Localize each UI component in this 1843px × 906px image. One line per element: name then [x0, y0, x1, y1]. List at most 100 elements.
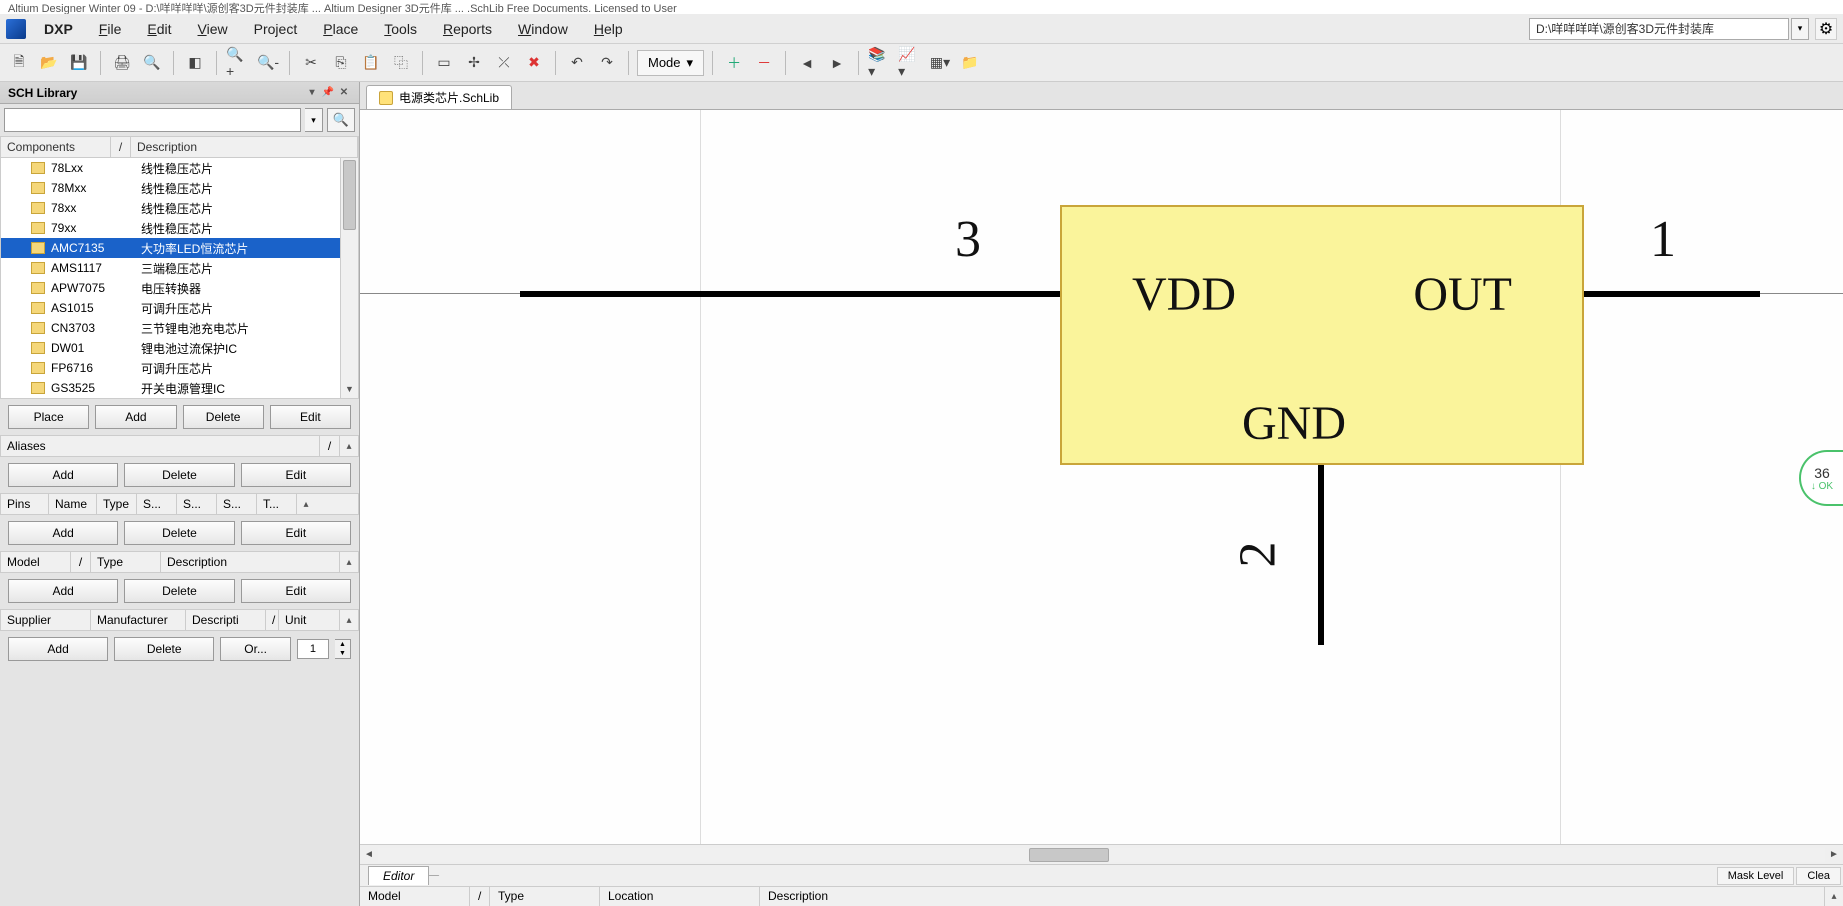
panel-pin-icon[interactable]: 📌	[321, 86, 335, 100]
component-row[interactable]: AS1015可调升压芯片	[1, 298, 358, 318]
panel-close-icon[interactable]: ✕	[337, 86, 351, 100]
hscroll-left-icon[interactable]: ◄	[360, 846, 378, 864]
menu-tools[interactable]: Tools	[372, 17, 429, 41]
menu-reports[interactable]: Reports	[431, 17, 504, 41]
open-file-button[interactable]: 📂	[36, 50, 62, 76]
bottom-col-model[interactable]: Model	[360, 887, 470, 906]
copy-button[interactable]: ⎘	[328, 50, 354, 76]
menu-project[interactable]: Project	[242, 17, 310, 41]
undo-button[interactable]: ↶	[564, 50, 590, 76]
search-go-button[interactable]: 🔍	[327, 108, 355, 132]
col-components[interactable]: Components	[1, 137, 111, 157]
hscroll-thumb[interactable]	[1029, 848, 1109, 862]
manufacturer-col[interactable]: Manufacturer	[91, 610, 186, 630]
supplier-collapse-icon[interactable]: ▴	[340, 610, 358, 630]
clear-button[interactable]: ✖	[521, 50, 547, 76]
component-row[interactable]: AMC7135大功率LED恒流芯片	[1, 238, 358, 258]
new-file-button[interactable]: 🗎	[6, 50, 32, 76]
move-button[interactable]: ✢	[461, 50, 487, 76]
library-search-input[interactable]	[4, 108, 301, 132]
component-row[interactable]: 78Mxx线性稳压芯片	[1, 178, 358, 198]
model-type-col[interactable]: Type	[91, 552, 161, 572]
bottom-col-type[interactable]: Type	[490, 887, 600, 906]
menu-place[interactable]: Place	[311, 17, 370, 41]
model-col[interactable]: Model	[1, 552, 71, 572]
settings-button[interactable]: ⚙	[1815, 18, 1837, 40]
bottom-col-location[interactable]: Location	[600, 887, 760, 906]
zoom-out-button[interactable]: 🔍-	[255, 50, 281, 76]
status-badge[interactable]: 36 ↓ OK	[1799, 450, 1843, 506]
delete-pin-row-button[interactable]: Delete	[124, 521, 234, 545]
add-alias-button[interactable]: Add	[8, 463, 118, 487]
add-model-button[interactable]: Add	[8, 579, 118, 603]
mask-level-button[interactable]: Mask Level	[1717, 867, 1795, 885]
layers-button[interactable]: ◧	[182, 50, 208, 76]
component-row[interactable]: AMS1117三端稳压芯片	[1, 258, 358, 278]
pins-collapse-icon[interactable]: ▴	[297, 494, 315, 514]
order-qty-spinner[interactable]: ▲▼	[335, 639, 351, 659]
pins-col[interactable]: Name	[49, 494, 97, 514]
nav-back-button[interactable]: ◄	[794, 50, 820, 76]
order-button[interactable]: Or...	[220, 637, 291, 661]
zoom-in-button[interactable]: 🔍+	[225, 50, 251, 76]
edit-alias-button[interactable]: Edit	[241, 463, 351, 487]
preview-button[interactable]: 🔍	[139, 50, 165, 76]
components-list[interactable]: 78Lxx线性稳压芯片78Mxx线性稳压芯片78xx线性稳压芯片79xx线性稳压…	[1, 158, 358, 398]
component-row[interactable]: FP6716可调升压芯片	[1, 358, 358, 378]
add-supplier-button[interactable]: Add	[8, 637, 108, 661]
remove-pin-button[interactable]: －	[751, 50, 777, 76]
schematic-canvas[interactable]: VDD OUT GND 3 1 2 .canvas .wire[data-nam…	[360, 110, 1843, 844]
edit-component-button[interactable]: Edit	[270, 405, 351, 429]
component-body[interactable]: VDD OUT GND	[1060, 205, 1584, 465]
scroll-down-icon[interactable]: ▼	[341, 380, 358, 398]
delete-alias-button[interactable]: Delete	[124, 463, 234, 487]
pins-col[interactable]: T...	[257, 494, 297, 514]
delete-component-button[interactable]: Delete	[183, 405, 264, 429]
menu-window[interactable]: Window	[506, 17, 580, 41]
pins-col[interactable]: Type	[97, 494, 137, 514]
menu-view[interactable]: View	[186, 17, 240, 41]
search-dropdown[interactable]: ▾	[305, 108, 323, 132]
aliases-header[interactable]: Aliases	[1, 436, 320, 456]
add-pin-button[interactable]: ＋	[721, 50, 747, 76]
delete-model-button[interactable]: Delete	[124, 579, 234, 603]
horizontal-scrollbar[interactable]: ◄ ►	[360, 844, 1843, 864]
document-tab[interactable]: 电源类芯片.SchLib	[366, 85, 512, 109]
bottom-collapse-icon[interactable]: ▴	[1825, 887, 1843, 906]
chart-button[interactable]: 📈▾	[897, 50, 923, 76]
pins-col[interactable]: S...	[177, 494, 217, 514]
panel-dropdown-icon[interactable]: ▾	[305, 86, 319, 100]
clear-button-status[interactable]: Clea	[1796, 867, 1841, 885]
delete-supplier-button[interactable]: Delete	[114, 637, 214, 661]
paste-button[interactable]: 📋	[358, 50, 384, 76]
supplier-desc-col[interactable]: Descripti	[186, 610, 266, 630]
mode-dropdown[interactable]: Mode▾	[637, 50, 704, 76]
cut-button[interactable]: ✂	[298, 50, 324, 76]
add-pin-row-button[interactable]: Add	[8, 521, 118, 545]
component-row[interactable]: 79xx线性稳压芯片	[1, 218, 358, 238]
component-row[interactable]: 78xx线性稳压芯片	[1, 198, 358, 218]
place-button[interactable]: Place	[8, 405, 89, 429]
component-row[interactable]: DW01锂电池过流保护IC	[1, 338, 358, 358]
project-path-dropdown[interactable]: ▾	[1791, 18, 1809, 40]
add-component-button[interactable]: Add	[95, 405, 176, 429]
unit-col[interactable]: Unit	[279, 610, 340, 630]
menu-help[interactable]: Help	[582, 17, 635, 41]
supplier-col[interactable]: Supplier	[1, 610, 91, 630]
deselect-button[interactable]: ⤫	[491, 50, 517, 76]
menu-dxp[interactable]: DXP	[32, 17, 85, 41]
menu-edit[interactable]: Edit	[135, 17, 183, 41]
edit-model-button[interactable]: Edit	[241, 579, 351, 603]
pins-col[interactable]: S...	[137, 494, 177, 514]
menu-file[interactable]: File	[87, 17, 134, 41]
col-description[interactable]: Description	[131, 137, 358, 157]
hscroll-right-icon[interactable]: ►	[1825, 846, 1843, 864]
components-scrollbar[interactable]: ▲ ▼	[340, 158, 358, 398]
pins-col[interactable]: Pins	[1, 494, 49, 514]
model-collapse-icon[interactable]: ▴	[340, 552, 358, 572]
pins-col[interactable]: S...	[217, 494, 257, 514]
select-button[interactable]: ▭	[431, 50, 457, 76]
model-desc-col[interactable]: Description	[161, 552, 340, 572]
folder-button[interactable]: 📁	[957, 50, 983, 76]
nav-fwd-button[interactable]: ►	[824, 50, 850, 76]
